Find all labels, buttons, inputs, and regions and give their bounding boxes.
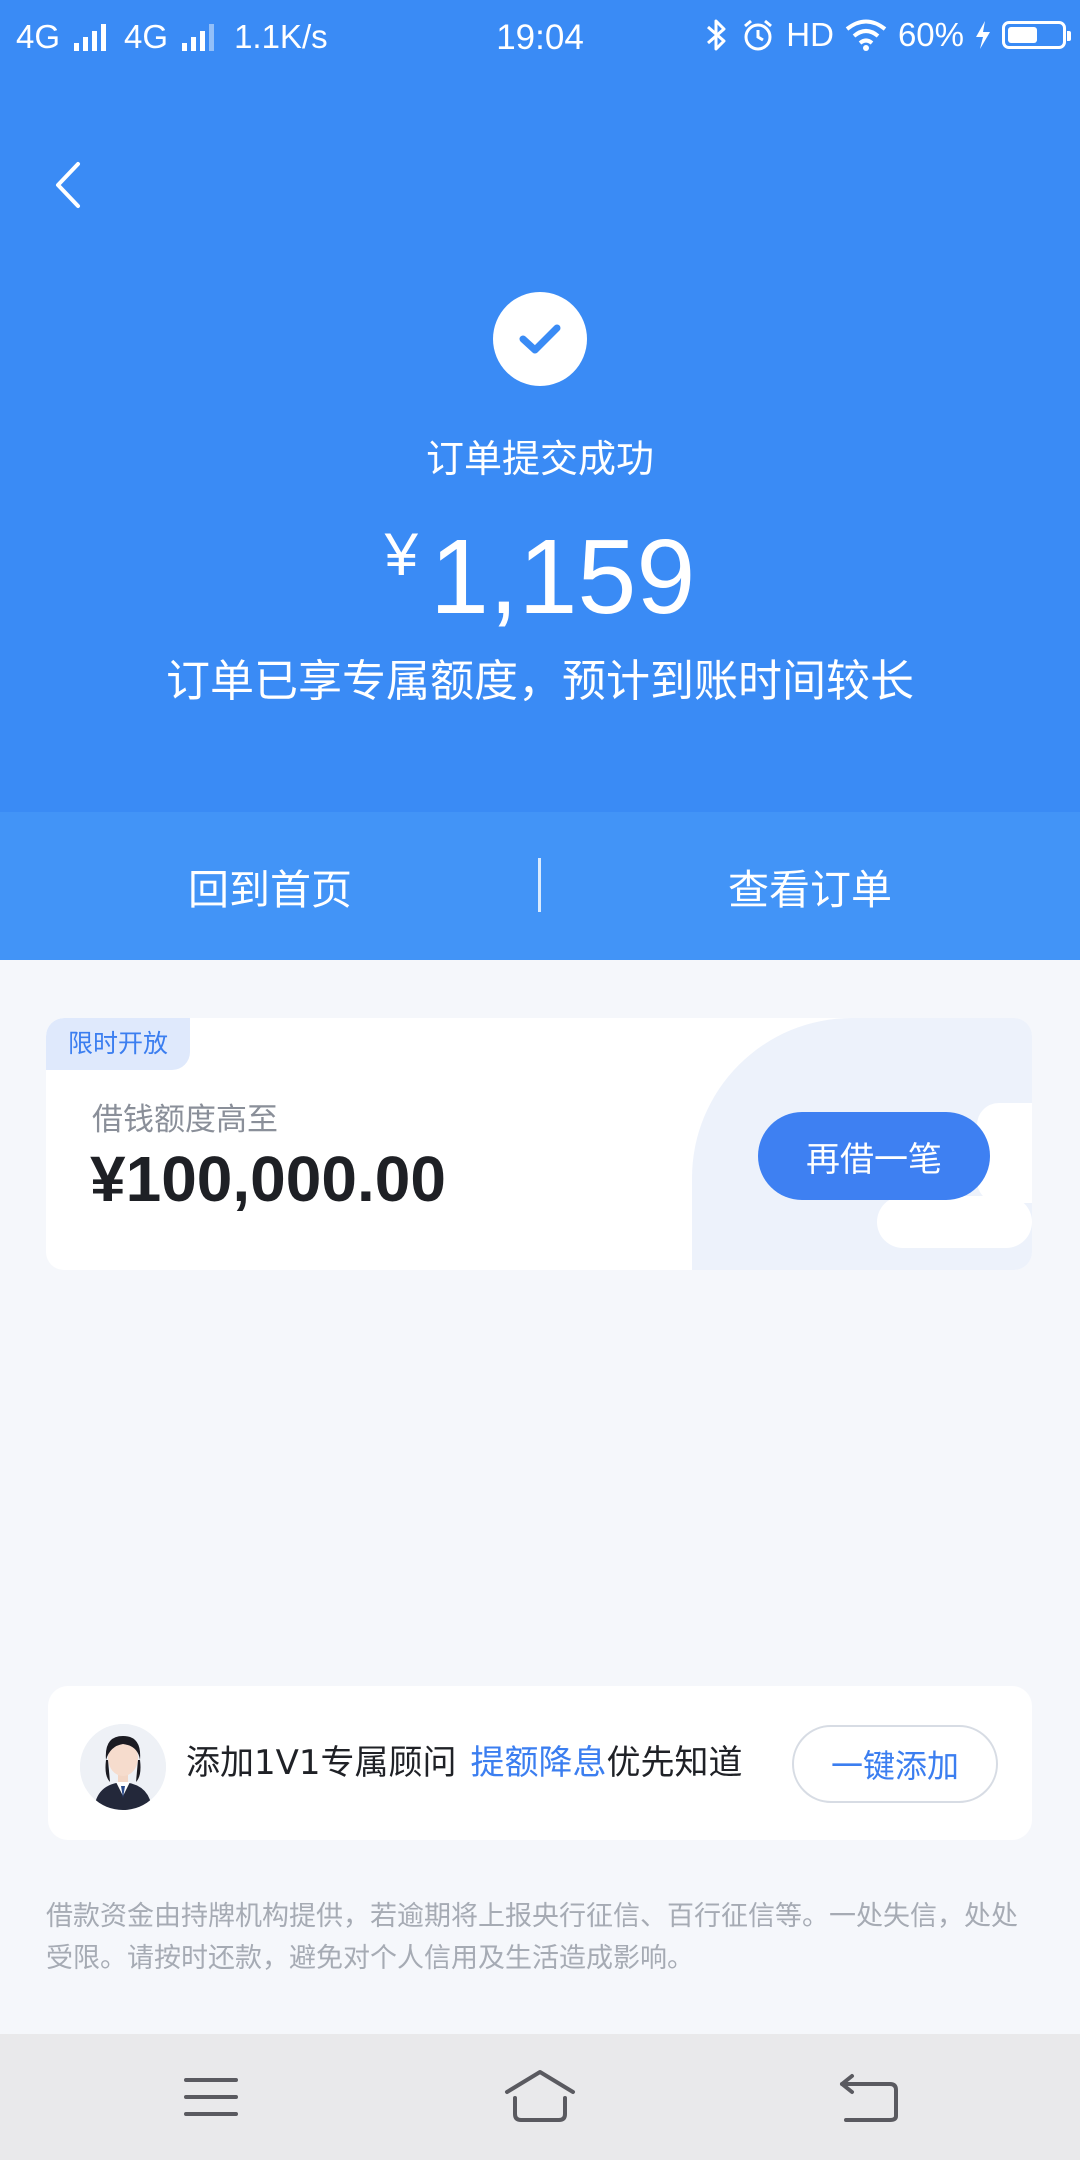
- promo-card: 限时开放 借钱额度高至 ¥100,000.00 再借一笔: [46, 1018, 1032, 1270]
- disclaimer-text: 借款资金由持牌机构提供，若逾期将上报央行征信、百行征信等。一处失信，处处受限。请…: [46, 1901, 1018, 1974]
- alarm-icon: [744, 19, 773, 51]
- wifi-icon: [845, 19, 887, 51]
- menu-icon: [184, 2078, 238, 2116]
- loan-limit-label: 借钱额度高至: [92, 1102, 278, 1138]
- home-icon: [505, 2070, 575, 2122]
- view-order-button[interactable]: 查看订单: [540, 812, 1080, 960]
- battery-icon: [1002, 21, 1071, 49]
- advisor-text: 添加1V1专属顾问 提额降息优先知道: [186, 1686, 743, 1840]
- battery-percent: 60%: [897, 16, 964, 53]
- navigation-bar: [0, 2034, 1080, 2160]
- advisor-text-suffix: 优先知道: [606, 1743, 743, 1783]
- back-nav-button[interactable]: [824, 2064, 914, 2130]
- advisor-text-prefix: 添加1V1专属顾问: [186, 1743, 457, 1783]
- menu-button[interactable]: [166, 2064, 256, 2130]
- back-button[interactable]: [40, 150, 100, 220]
- home-button[interactable]: [495, 2064, 585, 2130]
- status-bar: 4G 4G 1.1K/s 19:04 HD 60%: [0, 0, 1080, 76]
- battery-fill: [1008, 27, 1037, 43]
- advisor-avatar: [80, 1724, 166, 1810]
- back-home-button[interactable]: 回到首页: [0, 812, 540, 960]
- back-arrow-icon: [840, 2074, 898, 2122]
- bluetooth-icon: [707, 19, 726, 51]
- limited-time-badge: 限时开放: [46, 1018, 191, 1070]
- hd-indicator: HD: [786, 16, 834, 53]
- borrow-again-button[interactable]: 再借一笔: [758, 1112, 990, 1200]
- success-check-icon: [493, 292, 587, 386]
- amount-value: 1,159: [430, 518, 696, 636]
- loan-limit-amount: ¥100,000.00: [90, 1143, 446, 1215]
- advisor-card: 添加1V1专属顾问 提额降息优先知道 一键添加: [48, 1686, 1032, 1840]
- success-header: 4G 4G 1.1K/s 19:04 HD 60% 订单提交成功 ¥ 1,159…: [0, 0, 1080, 812]
- chevron-left-icon: [56, 162, 80, 208]
- status-right: HD 60%: [704, 16, 1071, 54]
- advisor-highlight: 提额降息: [470, 1743, 607, 1783]
- currency-symbol: ¥: [384, 521, 419, 588]
- page-title: 订单提交成功: [425, 437, 654, 481]
- action-bar: 回到首页 查看订单: [0, 812, 1080, 960]
- order-subtitle: 订单已享专属额度，预计到账时间较长: [166, 656, 914, 707]
- add-advisor-button[interactable]: 一键添加: [792, 1725, 998, 1803]
- order-amount: ¥1,159: [0, 520, 1080, 630]
- charging-icon: [976, 21, 990, 49]
